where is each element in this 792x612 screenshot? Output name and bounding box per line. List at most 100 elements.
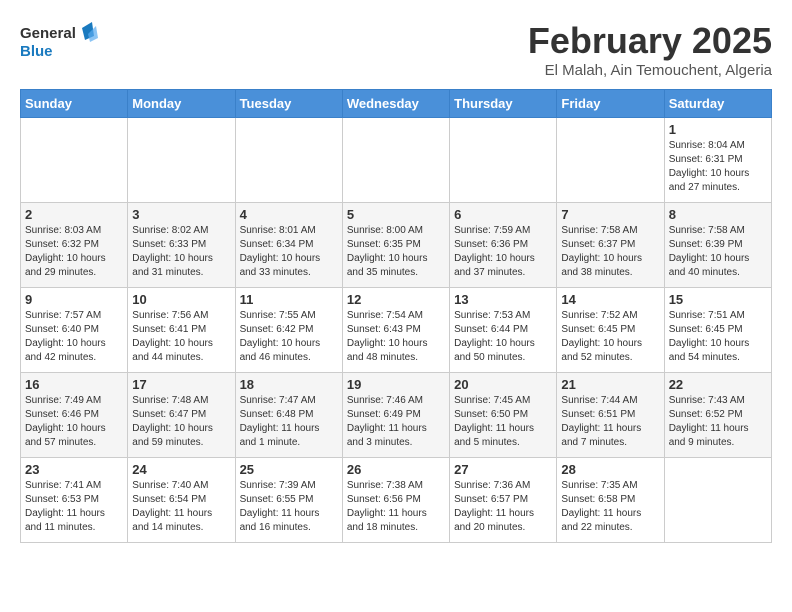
day-number: 25 <box>240 462 338 477</box>
day-number: 24 <box>132 462 230 477</box>
day-number: 8 <box>669 207 767 222</box>
day-info: Sunrise: 8:00 AM Sunset: 6:35 PM Dayligh… <box>347 224 445 280</box>
day-number: 12 <box>347 292 445 307</box>
day-number: 3 <box>132 207 230 222</box>
day-info: Sunrise: 7:54 AM Sunset: 6:43 PM Dayligh… <box>347 309 445 365</box>
day-info: Sunrise: 7:39 AM Sunset: 6:55 PM Dayligh… <box>240 479 338 535</box>
day-number: 18 <box>240 377 338 392</box>
day-number: 27 <box>454 462 552 477</box>
calendar-cell: 25 Sunrise: 7:39 AM Sunset: 6:55 PM Dayli… <box>235 458 342 543</box>
logo: General Blue <box>20 20 100 65</box>
weekday-header-tuesday: Tuesday <box>235 90 342 118</box>
svg-text:Blue: Blue <box>20 43 53 60</box>
calendar-cell: 15Sunrise: 7:51 AM Sunset: 6:45 PM Dayli… <box>664 288 771 373</box>
header: General Blue February 2025 El Malah, Ain… <box>20 20 772 79</box>
weekday-header-sunday: Sunday <box>21 90 128 118</box>
calendar-cell: 18 Sunrise: 7:47 AM Sunset: 6:48 PM Dayli… <box>235 373 342 458</box>
calendar-cell: 28Sunrise: 7:35 AM Sunset: 6:58 PM Dayli… <box>557 458 664 543</box>
calendar-cell: 23Sunrise: 7:41 AM Sunset: 6:53 PM Dayli… <box>21 458 128 543</box>
weekday-header-friday: Friday <box>557 90 664 118</box>
day-info: Sunrise: 8:04 AM Sunset: 6:31 PM Dayligh… <box>669 139 767 195</box>
day-info: Sunrise: 7:48 AM Sunset: 6:47 PM Dayligh… <box>132 394 230 450</box>
day-info: Sunrise: 7:49 AM Sunset: 6:46 PM Dayligh… <box>25 394 123 450</box>
calendar-cell: 12 Sunrise: 7:54 AM Sunset: 6:43 PM Dayli… <box>342 288 449 373</box>
week-row-3: 9 Sunrise: 7:57 AM Sunset: 6:40 PM Daylig… <box>21 288 772 373</box>
calendar-cell: 5Sunrise: 8:00 AM Sunset: 6:35 PM Daylig… <box>342 203 449 288</box>
logo-svg: General Blue <box>20 20 100 65</box>
calendar-cell: 27 Sunrise: 7:36 AM Sunset: 6:57 PM Dayli… <box>450 458 557 543</box>
calendar-cell: 10Sunrise: 7:56 AM Sunset: 6:41 PM Dayli… <box>128 288 235 373</box>
weekday-header-monday: Monday <box>128 90 235 118</box>
day-info: Sunrise: 7:56 AM Sunset: 6:41 PM Dayligh… <box>132 309 230 365</box>
weekday-header-thursday: Thursday <box>450 90 557 118</box>
day-info: Sunrise: 7:55 AM Sunset: 6:42 PM Dayligh… <box>240 309 338 365</box>
day-number: 13 <box>454 292 552 307</box>
day-info: Sunrise: 7:40 AM Sunset: 6:54 PM Dayligh… <box>132 479 230 535</box>
day-number: 17 <box>132 377 230 392</box>
day-info: Sunrise: 7:57 AM Sunset: 6:40 PM Dayligh… <box>25 309 123 365</box>
day-info: Sunrise: 7:53 AM Sunset: 6:44 PM Dayligh… <box>454 309 552 365</box>
calendar-cell <box>21 118 128 203</box>
calendar-cell: 8 Sunrise: 7:58 AM Sunset: 6:39 PM Daylig… <box>664 203 771 288</box>
day-info: Sunrise: 7:52 AM Sunset: 6:45 PM Dayligh… <box>561 309 659 365</box>
calendar-cell: 4 Sunrise: 8:01 AM Sunset: 6:34 PM Daylig… <box>235 203 342 288</box>
day-number: 22 <box>669 377 767 392</box>
day-number: 1 <box>669 122 767 137</box>
day-number: 14 <box>561 292 659 307</box>
day-number: 16 <box>25 377 123 392</box>
calendar-cell: 6 Sunrise: 7:59 AM Sunset: 6:36 PM Daylig… <box>450 203 557 288</box>
calendar-cell: 24 Sunrise: 7:40 AM Sunset: 6:54 PM Dayli… <box>128 458 235 543</box>
week-row-2: 2Sunrise: 8:03 AM Sunset: 6:32 PM Daylig… <box>21 203 772 288</box>
day-number: 2 <box>25 207 123 222</box>
week-row-5: 23Sunrise: 7:41 AM Sunset: 6:53 PM Dayli… <box>21 458 772 543</box>
day-number: 6 <box>454 207 552 222</box>
day-info: Sunrise: 7:35 AM Sunset: 6:58 PM Dayligh… <box>561 479 659 535</box>
calendar-cell: 20 Sunrise: 7:45 AM Sunset: 6:50 PM Dayli… <box>450 373 557 458</box>
day-info: Sunrise: 7:45 AM Sunset: 6:50 PM Dayligh… <box>454 394 552 450</box>
svg-text:General: General <box>20 25 76 42</box>
week-row-1: 1 Sunrise: 8:04 AM Sunset: 6:31 PM Daylig… <box>21 118 772 203</box>
calendar-cell <box>450 118 557 203</box>
calendar-cell: 14 Sunrise: 7:52 AM Sunset: 6:45 PM Dayli… <box>557 288 664 373</box>
calendar-cell <box>664 458 771 543</box>
calendar-cell: 2Sunrise: 8:03 AM Sunset: 6:32 PM Daylig… <box>21 203 128 288</box>
day-number: 11 <box>240 292 338 307</box>
calendar-cell: 1 Sunrise: 8:04 AM Sunset: 6:31 PM Daylig… <box>664 118 771 203</box>
day-info: Sunrise: 7:41 AM Sunset: 6:53 PM Dayligh… <box>25 479 123 535</box>
day-info: Sunrise: 7:38 AM Sunset: 6:56 PM Dayligh… <box>347 479 445 535</box>
day-number: 15 <box>669 292 767 307</box>
calendar-cell: 7Sunrise: 7:58 AM Sunset: 6:37 PM Daylig… <box>557 203 664 288</box>
day-info: Sunrise: 7:58 AM Sunset: 6:39 PM Dayligh… <box>669 224 767 280</box>
day-number: 9 <box>25 292 123 307</box>
day-info: Sunrise: 8:02 AM Sunset: 6:33 PM Dayligh… <box>132 224 230 280</box>
day-info: Sunrise: 7:46 AM Sunset: 6:49 PM Dayligh… <box>347 394 445 450</box>
calendar-cell: 3 Sunrise: 8:02 AM Sunset: 6:33 PM Daylig… <box>128 203 235 288</box>
calendar-cell: 13 Sunrise: 7:53 AM Sunset: 6:44 PM Dayli… <box>450 288 557 373</box>
weekday-header-saturday: Saturday <box>664 90 771 118</box>
day-number: 26 <box>347 462 445 477</box>
title-section: February 2025 El Malah, Ain Temouchent, … <box>528 20 772 79</box>
calendar-subtitle: El Malah, Ain Temouchent, Algeria <box>528 62 772 79</box>
calendar-cell: 16 Sunrise: 7:49 AM Sunset: 6:46 PM Dayli… <box>21 373 128 458</box>
day-number: 20 <box>454 377 552 392</box>
calendar-cell <box>557 118 664 203</box>
day-info: Sunrise: 7:59 AM Sunset: 6:36 PM Dayligh… <box>454 224 552 280</box>
day-info: Sunrise: 7:36 AM Sunset: 6:57 PM Dayligh… <box>454 479 552 535</box>
calendar-cell: 11 Sunrise: 7:55 AM Sunset: 6:42 PM Dayli… <box>235 288 342 373</box>
day-info: Sunrise: 8:01 AM Sunset: 6:34 PM Dayligh… <box>240 224 338 280</box>
calendar-table: SundayMondayTuesdayWednesdayThursdayFrid… <box>20 89 772 543</box>
week-row-4: 16 Sunrise: 7:49 AM Sunset: 6:46 PM Dayli… <box>21 373 772 458</box>
day-info: Sunrise: 7:47 AM Sunset: 6:48 PM Dayligh… <box>240 394 338 450</box>
calendar-cell <box>342 118 449 203</box>
day-info: Sunrise: 7:44 AM Sunset: 6:51 PM Dayligh… <box>561 394 659 450</box>
day-info: Sunrise: 7:43 AM Sunset: 6:52 PM Dayligh… <box>669 394 767 450</box>
calendar-cell <box>235 118 342 203</box>
day-number: 4 <box>240 207 338 222</box>
calendar-cell: 9 Sunrise: 7:57 AM Sunset: 6:40 PM Daylig… <box>21 288 128 373</box>
calendar-title: February 2025 <box>528 20 772 62</box>
day-number: 7 <box>561 207 659 222</box>
calendar-cell: 22 Sunrise: 7:43 AM Sunset: 6:52 PM Dayli… <box>664 373 771 458</box>
calendar-cell: 17 Sunrise: 7:48 AM Sunset: 6:47 PM Dayli… <box>128 373 235 458</box>
day-number: 21 <box>561 377 659 392</box>
calendar-cell: 19Sunrise: 7:46 AM Sunset: 6:49 PM Dayli… <box>342 373 449 458</box>
